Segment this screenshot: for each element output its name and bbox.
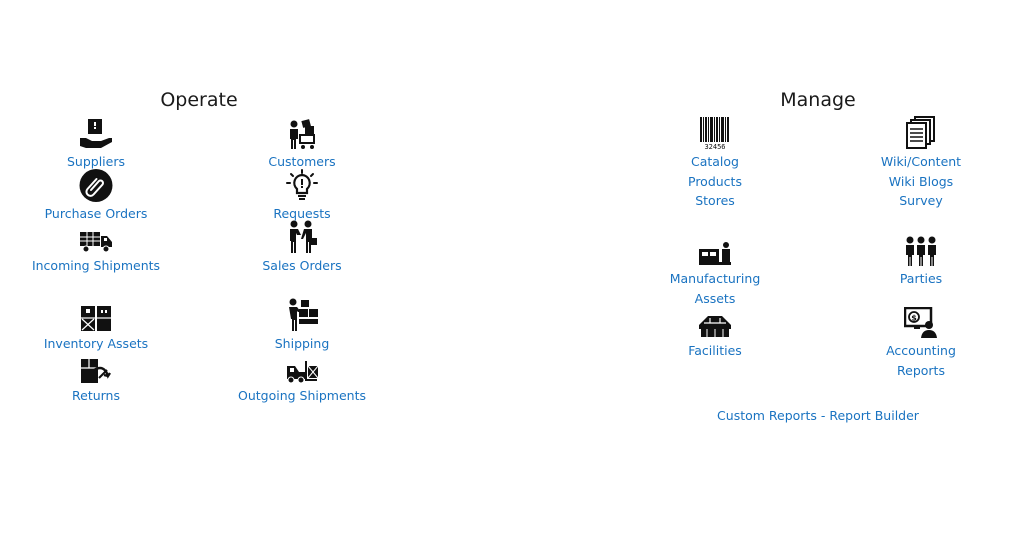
- link-catalog[interactable]: Catalog: [615, 152, 815, 172]
- link-manufacturing[interactable]: Manufacturing: [615, 269, 815, 289]
- handshake-icon[interactable]: [285, 220, 319, 254]
- link-accounting[interactable]: Accounting: [821, 341, 1014, 361]
- svg-text:$: $: [911, 314, 917, 323]
- barcode-icon[interactable]: 32456: [699, 116, 731, 150]
- link-custom-reports[interactable]: Custom Reports - Report Builder: [717, 408, 919, 423]
- tile-parties: Parties: [821, 233, 1014, 289]
- tile-sales-orders: Sales Orders: [202, 220, 402, 276]
- tile-shipping: Shipping: [202, 298, 402, 354]
- link-outgoing-shipments[interactable]: Outgoing Shipments: [202, 386, 402, 406]
- tile-incoming-shipments: Incoming Shipments: [0, 220, 196, 276]
- link-facilities[interactable]: Facilities: [615, 341, 815, 361]
- truck-icon[interactable]: [79, 228, 113, 254]
- returns-icon[interactable]: [79, 356, 113, 384]
- tile-wiki-content: Wiki/Content Wiki Blogs Survey: [821, 116, 1014, 211]
- tile-accounting: $ Accounting Reports: [821, 305, 1014, 380]
- link-reports[interactable]: Reports: [821, 361, 1014, 381]
- tile-facilities: Facilities: [615, 305, 815, 361]
- warehouse-icon[interactable]: [698, 313, 732, 339]
- link-parties[interactable]: Parties: [821, 269, 1014, 289]
- tile-suppliers: Suppliers: [0, 116, 196, 172]
- documents-icon[interactable]: [906, 116, 936, 150]
- operate-title: Operate: [160, 89, 238, 111]
- link-products[interactable]: Products: [615, 172, 815, 192]
- inventory-boxes-icon[interactable]: [79, 304, 113, 332]
- svg-text:32456: 32456: [704, 143, 725, 150]
- people-group-icon[interactable]: [904, 235, 938, 267]
- tile-returns: Returns: [0, 350, 196, 406]
- tile-requests: Requests: [202, 168, 402, 224]
- custom-reports-row: Custom Reports - Report Builder: [668, 405, 968, 426]
- link-wiki-blogs[interactable]: Wiki Blogs: [821, 172, 1014, 192]
- link-stores[interactable]: Stores: [615, 191, 815, 211]
- tile-customers: Customers: [202, 116, 402, 172]
- tile-manufacturing: Manufacturing Assets: [615, 233, 815, 308]
- lightbulb-icon[interactable]: [285, 169, 319, 202]
- tile-catalog: 32456 Catalog Products Stores: [615, 116, 815, 211]
- link-sales-orders[interactable]: Sales Orders: [202, 256, 402, 276]
- shipping-worker-icon[interactable]: [285, 298, 319, 332]
- tile-inventory-assets: Inventory Assets: [0, 298, 196, 354]
- forklift-icon[interactable]: [285, 358, 319, 384]
- paperclip-icon[interactable]: [79, 169, 113, 202]
- supplier-icon[interactable]: [79, 118, 113, 150]
- tile-outgoing-shipments: Outgoing Shipments: [202, 350, 402, 406]
- link-wiki-content[interactable]: Wiki/Content: [821, 152, 1014, 172]
- manage-title: Manage: [780, 89, 856, 111]
- tile-purchase-orders: Purchase Orders: [0, 168, 196, 224]
- customers-icon[interactable]: [285, 118, 319, 150]
- link-survey[interactable]: Survey: [821, 191, 1014, 211]
- link-incoming-shipments[interactable]: Incoming Shipments: [0, 256, 196, 276]
- accounting-icon[interactable]: $: [904, 307, 938, 339]
- link-returns[interactable]: Returns: [0, 386, 196, 406]
- factory-machine-icon[interactable]: [698, 241, 732, 267]
